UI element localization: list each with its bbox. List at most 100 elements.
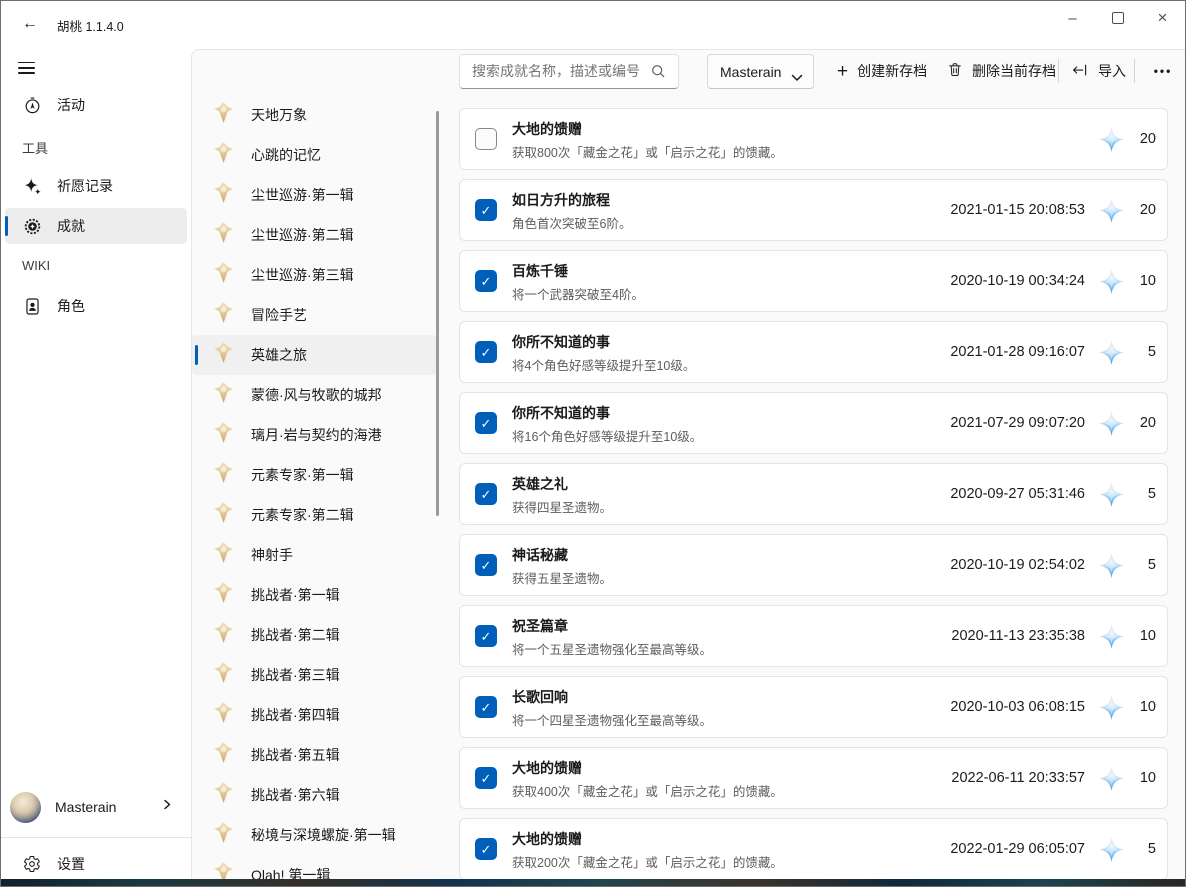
achievement-checkbox[interactable]: ✓ — [475, 767, 497, 789]
primogem-icon — [1098, 410, 1125, 442]
achievement-checkbox[interactable]: ✓ — [475, 625, 497, 647]
achievement-reward: 5 — [1130, 841, 1156, 857]
achievement-date: 2022-01-29 06:05:07 — [950, 841, 1085, 857]
delete-archive-button[interactable]: 删除当前存档 — [943, 55, 1060, 87]
sidebar-item-settings[interactable]: 设置 — [5, 846, 187, 882]
category-emblem-icon — [212, 781, 235, 809]
achievement-title: 百炼千锤 — [512, 261, 568, 281]
app-title: 胡桃 1.1.4.0 — [57, 16, 124, 35]
achievement-checkbox[interactable]: ✓ — [475, 341, 497, 363]
search-icon[interactable] — [650, 63, 666, 84]
user-account-button[interactable]: Masterain — [5, 785, 187, 829]
check-icon: ✓ — [481, 630, 492, 643]
app-window: ← 胡桃 1.1.4.0 – × 活动 工具 祈愿记录 成就 WIKI 角 — [0, 0, 1186, 887]
category-item[interactable]: 挑战者·第三辑 — [192, 655, 437, 695]
achievement-description: 将16个角色好感等级提升至10级。 — [512, 426, 702, 445]
primogem-icon — [1098, 339, 1125, 371]
category-emblem-icon — [212, 741, 235, 769]
toolbar-divider — [1134, 59, 1135, 83]
achievement-description: 获得四星圣遗物。 — [512, 497, 612, 516]
primogem-icon — [1098, 552, 1125, 584]
achievement-description: 角色首次突破至6阶。 — [512, 213, 631, 232]
category-item[interactable]: 秘境与深境螺旋·第一辑 — [192, 815, 437, 855]
maximize-button[interactable] — [1095, 1, 1140, 35]
category-label: 心跳的记忆 — [251, 145, 321, 165]
sidebar-item-activity[interactable]: 活动 — [5, 87, 187, 123]
category-label: 挑战者·第四辑 — [251, 705, 340, 725]
category-item[interactable]: 蒙德·风与牧歌的城邦 — [192, 375, 437, 415]
back-button[interactable]: ← — [13, 9, 47, 39]
category-scrollbar[interactable] — [436, 111, 439, 516]
achievement-checkbox[interactable]: ✓ — [475, 199, 497, 221]
category-item[interactable]: 挑战者·第五辑 — [192, 735, 437, 775]
achievement-title: 长歌回响 — [512, 687, 568, 707]
category-item[interactable]: 元素专家·第二辑 — [192, 495, 437, 535]
archive-selector-value: Masterain — [720, 64, 781, 80]
category-item[interactable]: 天地万象 — [192, 95, 437, 135]
category-label: 尘世巡游·第三辑 — [251, 265, 354, 285]
category-item[interactable]: 英雄之旅 — [192, 335, 437, 375]
achievement-title: 大地的馈赠 — [512, 119, 582, 139]
check-icon: ✓ — [481, 346, 492, 359]
check-icon: ✓ — [481, 772, 492, 785]
delete-archive-label: 删除当前存档 — [972, 61, 1056, 81]
close-button[interactable]: × — [1140, 1, 1185, 35]
achievement-checkbox[interactable]: ✓ — [475, 554, 497, 576]
maximize-icon — [1112, 12, 1124, 24]
achievement-title: 你所不知道的事 — [512, 403, 610, 423]
achievement-checkbox[interactable]: ✓ — [475, 270, 497, 292]
category-emblem-icon — [212, 141, 235, 169]
create-archive-button[interactable]: + 创建新存档 — [833, 55, 931, 87]
category-item[interactable]: 璃月·岩与契约的海港 — [192, 415, 437, 455]
achievement-checkbox[interactable]: ✓ — [475, 412, 497, 434]
sidebar-item-label: 设置 — [57, 854, 85, 874]
sidebar-item-achievements[interactable]: 成就 — [5, 208, 187, 244]
category-item[interactable]: 挑战者·第六辑 — [192, 775, 437, 815]
category-item[interactable]: 神射手 — [192, 535, 437, 575]
sidebar-item-characters[interactable]: 角色 — [5, 288, 187, 324]
category-item[interactable]: 挑战者·第一辑 — [192, 575, 437, 615]
achievement-checkbox[interactable]: ✓ — [475, 696, 497, 718]
minimize-button[interactable]: – — [1050, 1, 1095, 35]
category-item[interactable]: 元素专家·第一辑 — [192, 455, 437, 495]
primogem-icon — [1098, 836, 1125, 868]
achievement-checkbox[interactable] — [475, 128, 497, 150]
archive-selector[interactable]: Masterain — [707, 54, 814, 89]
sidebar-item-label: 角色 — [57, 296, 85, 316]
achievement-date: 2020-10-19 02:54:02 — [950, 557, 1085, 573]
category-item[interactable]: 挑战者·第二辑 — [192, 615, 437, 655]
achievement-checkbox[interactable]: ✓ — [475, 483, 497, 505]
achievement-reward: 20 — [1130, 131, 1156, 147]
category-emblem-icon — [212, 821, 235, 849]
background-art-strip — [1, 879, 1186, 886]
achievement-reward: 20 — [1130, 415, 1156, 431]
sidebar-item-wish-history[interactable]: 祈愿记录 — [5, 168, 187, 204]
check-icon: ✓ — [481, 701, 492, 714]
category-item[interactable]: 尘世巡游·第一辑 — [192, 175, 437, 215]
achievement-card: ✓ 你所不知道的事 将4个角色好感等级提升至10级。 2021-01-28 09… — [459, 321, 1168, 383]
gear-icon — [22, 855, 42, 873]
primogem-icon — [1098, 126, 1125, 158]
achievement-checkbox[interactable]: ✓ — [475, 838, 497, 860]
achievement-title: 英雄之礼 — [512, 474, 568, 494]
achievement-title: 祝圣篇章 — [512, 616, 568, 636]
import-button[interactable]: 导入 — [1067, 55, 1130, 87]
category-item[interactable]: 尘世巡游·第二辑 — [192, 215, 437, 255]
primogem-icon — [1098, 481, 1125, 513]
menu-toggle-button[interactable] — [18, 58, 35, 78]
ellipsis-icon: ••• — [1154, 64, 1173, 78]
achievement-description: 将一个五星圣遗物强化至最高等级。 — [512, 639, 712, 658]
category-emblem-icon — [212, 181, 235, 209]
category-item[interactable]: 挑战者·第四辑 — [192, 695, 437, 735]
check-icon: ✓ — [481, 559, 492, 572]
category-item[interactable]: 尘世巡游·第三辑 — [192, 255, 437, 295]
check-icon: ✓ — [481, 417, 492, 430]
search-input[interactable] — [460, 55, 650, 86]
category-label: 尘世巡游·第二辑 — [251, 225, 354, 245]
category-item[interactable]: 冒险手艺 — [192, 295, 437, 335]
import-label: 导入 — [1098, 61, 1126, 81]
achievement-description: 获取800次「藏金之花」或「启示之花」的馈藏。 — [512, 142, 783, 161]
category-item[interactable]: 心跳的记忆 — [192, 135, 437, 175]
more-options-button[interactable]: ••• — [1141, 55, 1185, 87]
category-emblem-icon — [212, 661, 235, 689]
